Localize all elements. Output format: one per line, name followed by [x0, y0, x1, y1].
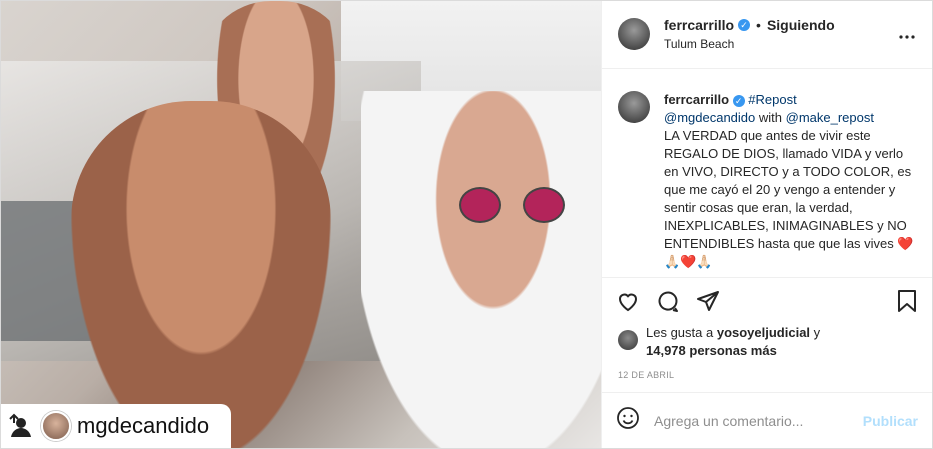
smiley-icon[interactable]	[616, 406, 640, 435]
repost-icon	[7, 412, 35, 440]
author-avatar[interactable]	[618, 18, 650, 51]
caption-username[interactable]: ferrcarrillo	[664, 92, 729, 107]
photo-person-right	[361, 91, 601, 448]
likes-summary: Les gusta a yosoyeljudicial y 14,978 per…	[602, 324, 932, 360]
repost-badge: mgdecandido	[1, 404, 231, 448]
more-options-icon[interactable]	[898, 24, 916, 45]
likes-first-user[interactable]: yosoyeljudicial	[717, 325, 810, 340]
heart-icon[interactable]	[616, 289, 640, 313]
caption-with-word: with	[758, 109, 783, 125]
comment-input[interactable]	[654, 412, 849, 429]
likes-text: Les gusta a yosoyeljudicial y 14,978 per…	[646, 324, 820, 360]
comment-bar: Publicar	[602, 392, 932, 448]
caption-hashtag[interactable]: #Repost	[748, 92, 796, 107]
caption-mention-2[interactable]: @make_repost	[786, 110, 874, 125]
caption-verified-icon: ✓	[732, 94, 745, 107]
paper-plane-icon[interactable]	[696, 289, 720, 313]
caption-body: LA VERDAD que antes de vivir este REGALO…	[664, 127, 914, 269]
repost-handle: mgdecandido	[77, 413, 210, 438]
likes-connector: y	[813, 325, 821, 341]
likes-count[interactable]: 14,978 personas más	[646, 343, 777, 358]
post-actions	[602, 278, 932, 324]
post-photo[interactable]: mgdecandido	[1, 1, 602, 448]
author-meta: ferrcarrillo ✓ • Siguiendo Tulum Beach	[664, 17, 884, 51]
verified-badge-icon: ✓	[738, 19, 751, 32]
liker-avatar[interactable]	[618, 330, 638, 351]
caption-text: ferrcarrillo ✓ #Repost @mgdecandido with…	[664, 91, 916, 277]
author-username[interactable]: ferrcarrillo	[664, 17, 734, 33]
post-caption: ferrcarrillo ✓ #Repost @mgdecandido with…	[602, 69, 932, 279]
post-header: ferrcarrillo ✓ • Siguiendo Tulum Beach	[602, 1, 932, 69]
post-side-panel: ferrcarrillo ✓ • Siguiendo Tulum Beach f…	[602, 1, 932, 448]
caption-author-avatar[interactable]	[618, 90, 650, 123]
photo-sunglasses	[459, 187, 579, 227]
photo-person-center	[71, 101, 331, 448]
caption-mention-1[interactable]: @mgdecandido	[664, 110, 755, 125]
comment-icon[interactable]	[656, 289, 680, 313]
likes-prefix: Les gusta a	[646, 325, 714, 341]
repost-avatar	[41, 411, 71, 441]
post-location[interactable]: Tulum Beach	[664, 37, 884, 51]
follow-status-button[interactable]: Siguiendo	[767, 17, 835, 33]
bookmark-icon[interactable]	[896, 289, 918, 313]
separator-dot: •	[756, 17, 761, 34]
instagram-post: mgdecandido ferrcarrillo ✓ • Siguiendo T…	[0, 0, 933, 449]
publish-button[interactable]: Publicar	[863, 413, 918, 429]
post-date[interactable]: 12 DE ABRIL	[602, 360, 932, 392]
